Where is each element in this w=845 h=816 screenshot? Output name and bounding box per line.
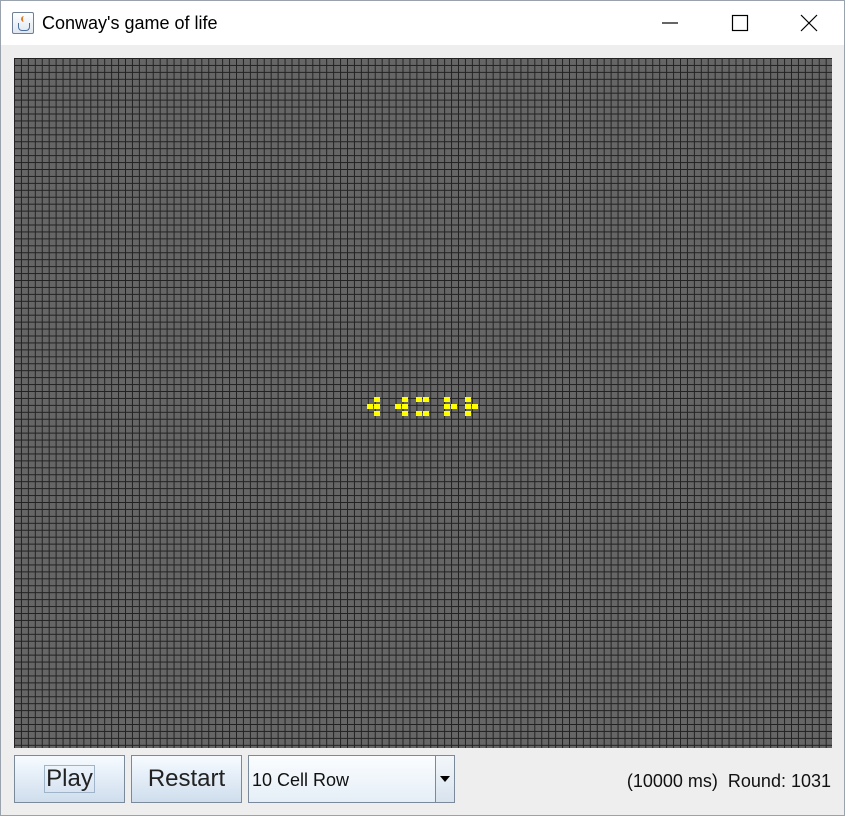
chevron-down-icon[interactable] xyxy=(435,756,454,802)
interval-label: (10000 ms) xyxy=(626,771,718,791)
restart-button[interactable]: Restart xyxy=(131,755,242,803)
game-board-grid[interactable] xyxy=(14,58,832,748)
live-cell[interactable] xyxy=(395,404,401,409)
window-title: Conway's game of life xyxy=(42,13,218,33)
round-counter: Round: 1031 xyxy=(727,771,831,791)
app-window: Conway's game of life Play Restart 10 Ce… xyxy=(0,0,845,816)
live-cell[interactable] xyxy=(451,404,457,409)
live-cell[interactable] xyxy=(423,411,429,416)
minimize-icon xyxy=(662,22,678,24)
maximize-button[interactable] xyxy=(705,1,775,45)
minimize-button[interactable] xyxy=(635,1,705,45)
pattern-select-value: 10 Cell Row xyxy=(252,770,350,790)
title-bar[interactable]: Conway's game of life xyxy=(1,1,844,45)
status-text: (10000 ms) Round: 1031 xyxy=(627,771,831,792)
live-cell[interactable] xyxy=(465,411,471,416)
live-cell[interactable] xyxy=(374,411,380,416)
live-cell[interactable] xyxy=(416,411,422,416)
live-cell[interactable] xyxy=(402,404,408,409)
live-cell[interactable] xyxy=(465,397,471,402)
live-cell[interactable] xyxy=(472,404,478,409)
close-icon xyxy=(800,14,818,32)
live-cell[interactable] xyxy=(423,397,429,402)
close-button[interactable] xyxy=(774,1,844,45)
play-button-label: Play xyxy=(44,765,95,793)
live-cell[interactable] xyxy=(374,397,380,402)
live-cell[interactable] xyxy=(465,404,471,409)
live-cell[interactable] xyxy=(402,397,408,402)
live-cell[interactable] xyxy=(416,397,422,402)
play-button[interactable]: Play xyxy=(14,755,125,803)
maximize-icon xyxy=(731,14,749,32)
live-cell[interactable] xyxy=(444,411,450,416)
live-cell[interactable] xyxy=(374,404,380,409)
live-cell[interactable] xyxy=(402,411,408,416)
live-cell[interactable] xyxy=(444,404,450,409)
java-cup-icon xyxy=(12,12,34,34)
live-cell[interactable] xyxy=(444,397,450,402)
live-cell[interactable] xyxy=(367,404,373,409)
pattern-select[interactable]: 10 Cell Row xyxy=(248,755,455,803)
